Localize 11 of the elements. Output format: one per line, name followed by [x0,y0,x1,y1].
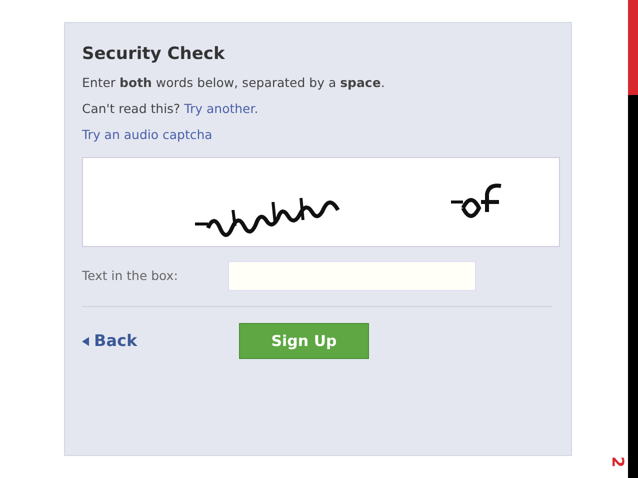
left-triangle-icon [82,336,89,346]
dialog-title: Security Check [82,43,226,66]
help-text: Can't read this? Try another. [82,100,260,118]
answer-label: Text in the box: [82,266,179,285]
audio-captcha-link[interactable]: Try an audio captcha [82,122,212,148]
try-another-link[interactable]: Try another. [184,101,258,116]
back-link[interactable]: Back [82,329,239,353]
answer-input[interactable] [228,261,476,291]
slide-number: 2 [608,456,629,468]
sign-up-button[interactable]: Sign Up [239,323,369,359]
instructions: Enter both words below, separated by a space. [82,74,386,92]
